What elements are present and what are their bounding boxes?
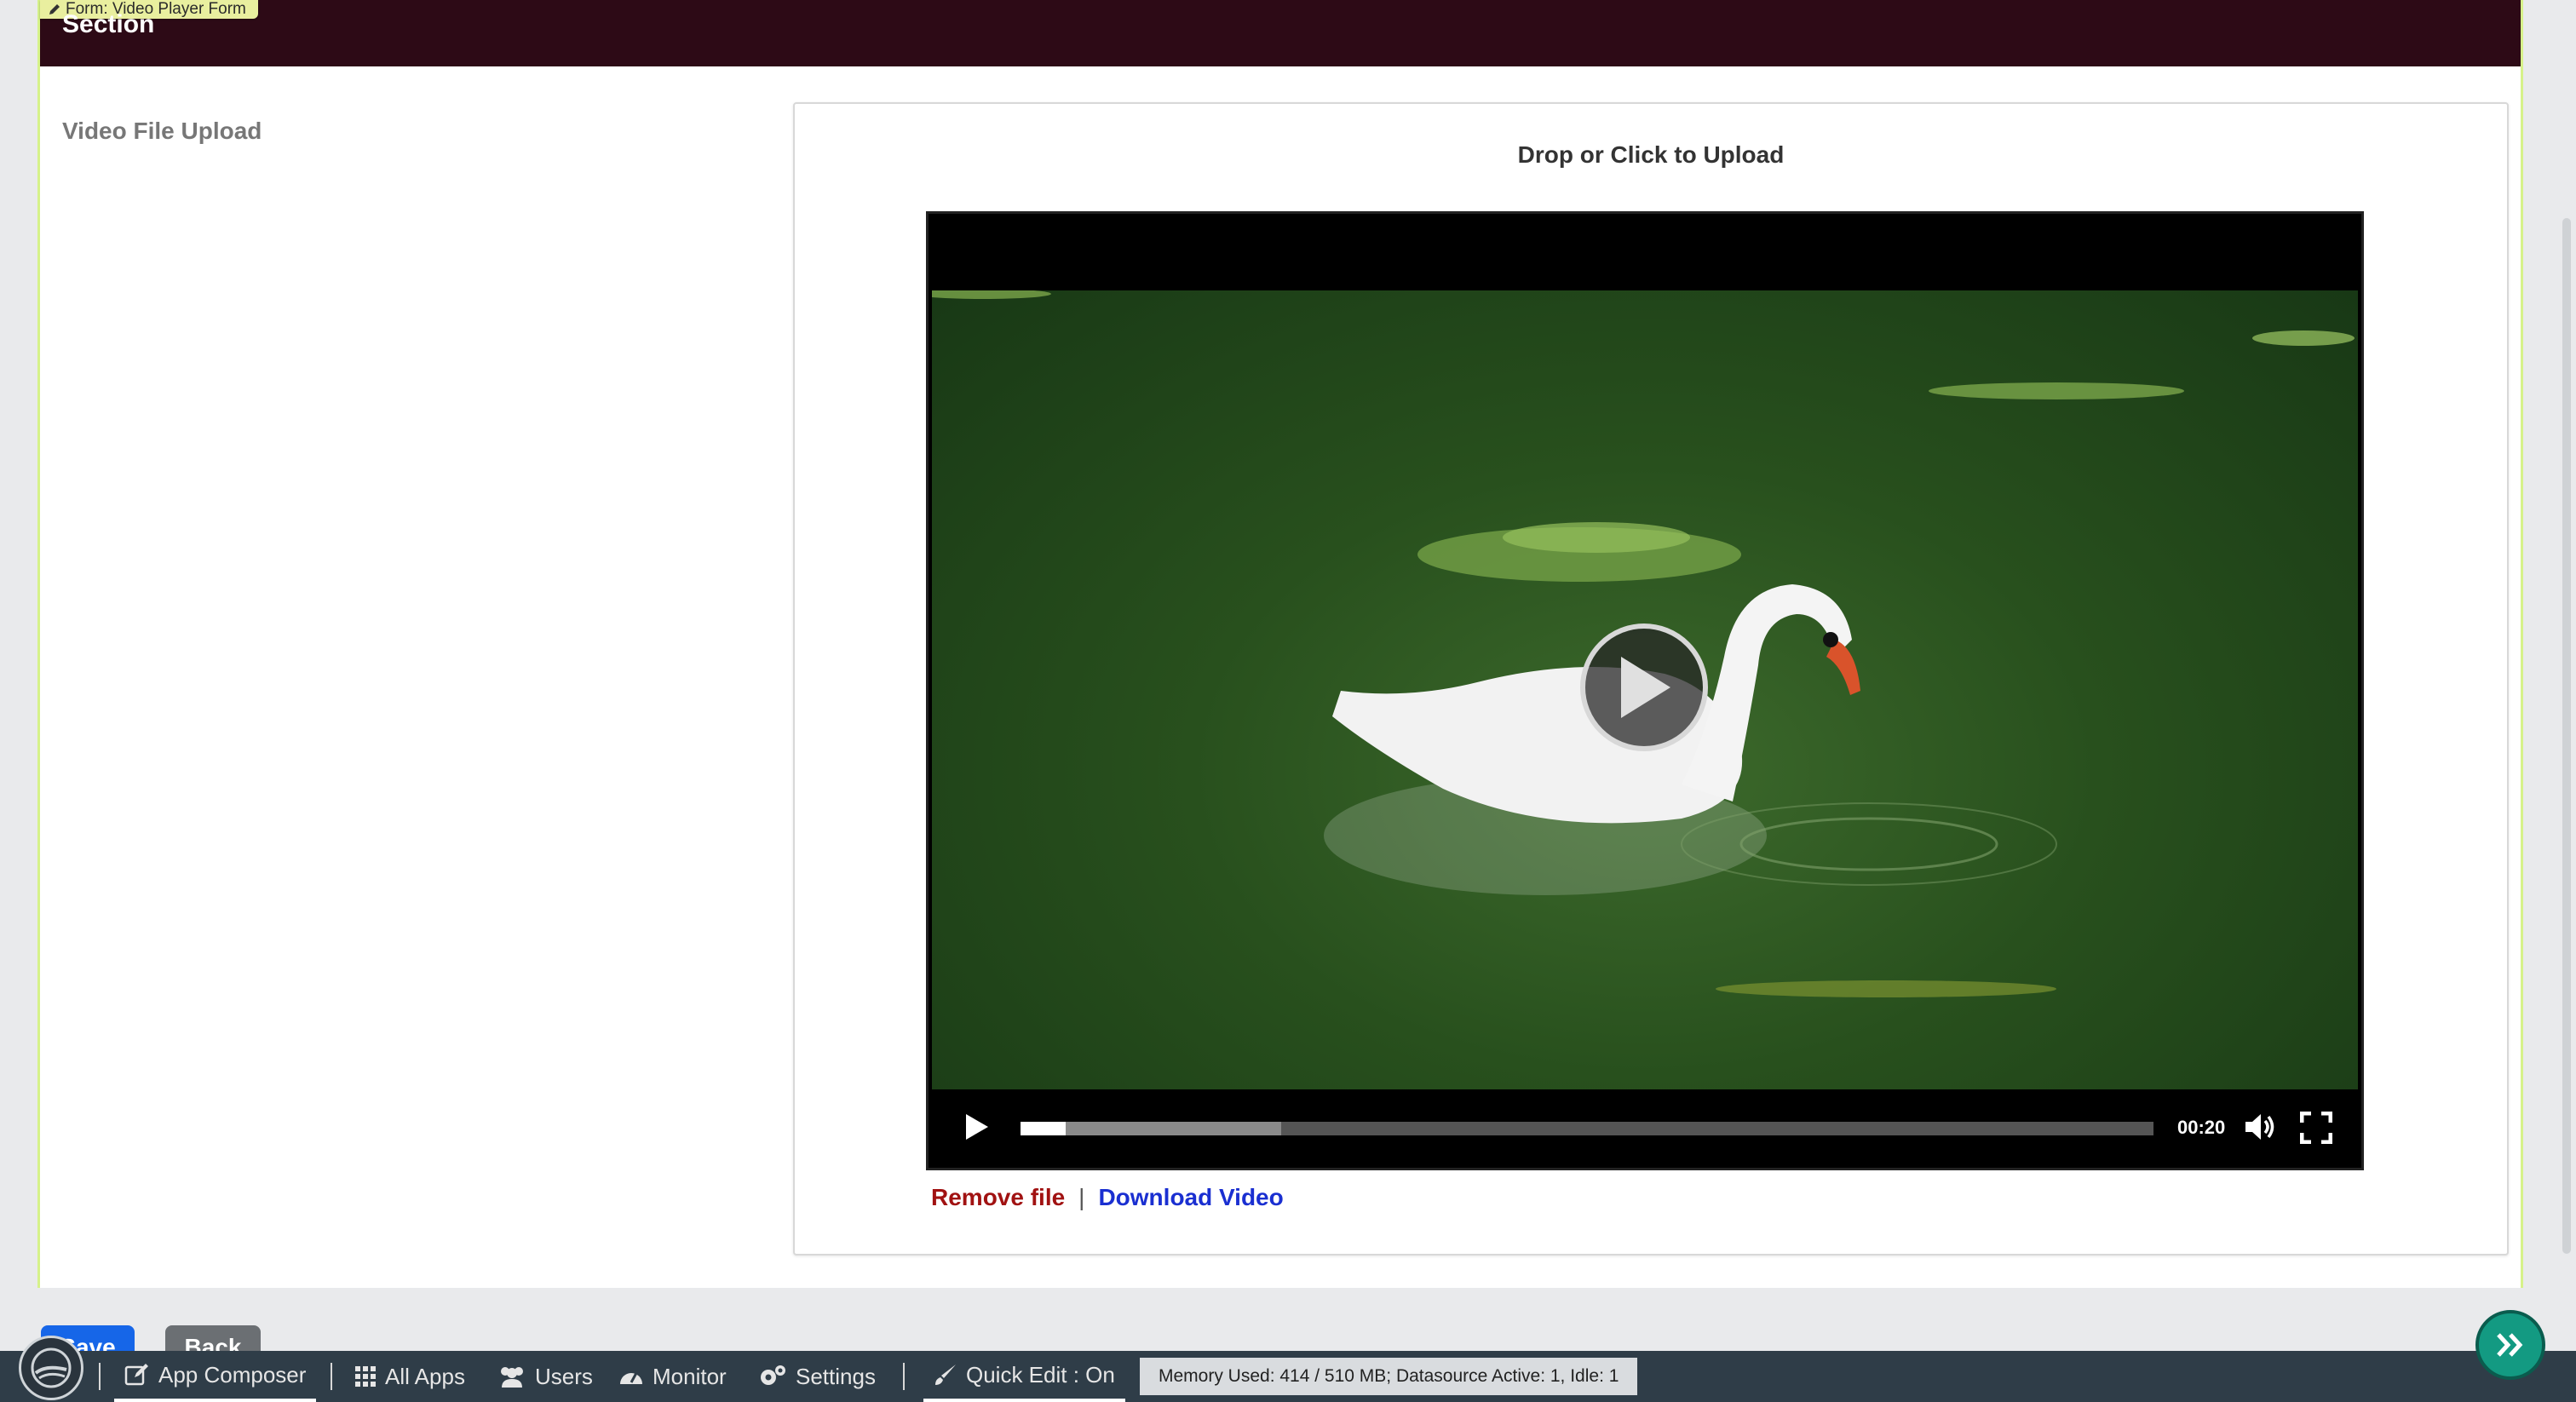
form-container: Form: Video Player Form Section Video Fi…	[37, 0, 2523, 1288]
users-icon	[501, 1367, 523, 1388]
gears-icon	[761, 1365, 785, 1385]
play-icon	[1621, 657, 1670, 718]
link-separator: |	[1078, 1184, 1085, 1210]
grid-icon	[355, 1366, 376, 1387]
taskbar-item-label: All Apps	[385, 1363, 465, 1389]
taskbar-monitor[interactable]: Monitor	[618, 1351, 727, 1402]
played-bar	[1021, 1122, 1067, 1135]
video-viewport: 00:20	[932, 217, 2358, 1164]
taskbar-divider	[99, 1363, 101, 1390]
edit-icon	[124, 1364, 148, 1386]
taskbar-all-apps[interactable]: All Apps	[354, 1351, 465, 1402]
taskbar-divider	[903, 1363, 905, 1390]
logo-icon	[31, 1347, 72, 1388]
video-file-upload-label: Video File Upload	[62, 118, 262, 144]
download-video-link[interactable]: Download Video	[1098, 1184, 1283, 1210]
video-player[interactable]: 00:20	[926, 211, 2364, 1170]
upload-dropzone[interactable]: Drop or Click to Upload 00:20 Remove fil…	[793, 102, 2509, 1255]
video-controls: 00:20	[932, 1089, 2358, 1164]
taskbar-divider	[331, 1363, 332, 1390]
video-frame[interactable]	[932, 290, 2358, 1089]
section-header: Form: Video Player Form Section	[40, 0, 2521, 66]
fullscreen-button[interactable]	[2299, 1111, 2333, 1148]
taskbar-users[interactable]: Users	[497, 1351, 593, 1402]
expand-panel-button[interactable]	[2475, 1310, 2545, 1380]
taskbar-quick-edit[interactable]: Quick Edit : On	[923, 1351, 1125, 1402]
section-title: Section	[62, 10, 155, 38]
app-logo[interactable]	[19, 1336, 83, 1400]
current-time: 00:20	[2177, 1117, 2226, 1138]
volume-icon	[2245, 1114, 2274, 1140]
taskbar: App Composer All Apps Users Monitor Sett…	[0, 1351, 2576, 1402]
dashboard-icon	[620, 1372, 642, 1384]
fullscreen-icon	[2299, 1111, 2333, 1145]
brush-icon	[935, 1365, 956, 1385]
taskbar-item-label: Quick Edit : On	[966, 1361, 1115, 1388]
big-play-button[interactable]	[1580, 623, 1708, 751]
taskbar-app-composer[interactable]: App Composer	[114, 1351, 317, 1402]
taskbar-item-label: Settings	[796, 1363, 876, 1389]
page-scrollbar[interactable]	[2562, 218, 2571, 1254]
seek-bar[interactable]	[1021, 1122, 2153, 1135]
double-chevron-right-icon	[2497, 1333, 2523, 1357]
taskbar-item-label: Users	[535, 1363, 593, 1389]
memory-status: Memory Used: 414 / 510 MB; Datasource Ac…	[1140, 1358, 1638, 1395]
play-icon	[966, 1114, 988, 1140]
file-links: Remove file | Download Video	[931, 1184, 1284, 1211]
taskbar-settings[interactable]: Settings	[758, 1351, 876, 1402]
taskbar-item-label: Monitor	[653, 1363, 727, 1389]
pencil-icon	[49, 4, 60, 14]
remove-file-link[interactable]: Remove file	[931, 1184, 1065, 1210]
upload-title: Drop or Click to Upload	[1517, 141, 1785, 168]
taskbar-item-label: App Composer	[158, 1361, 307, 1388]
volume-button[interactable]	[2244, 1112, 2278, 1146]
play-button[interactable]	[964, 1113, 990, 1145]
